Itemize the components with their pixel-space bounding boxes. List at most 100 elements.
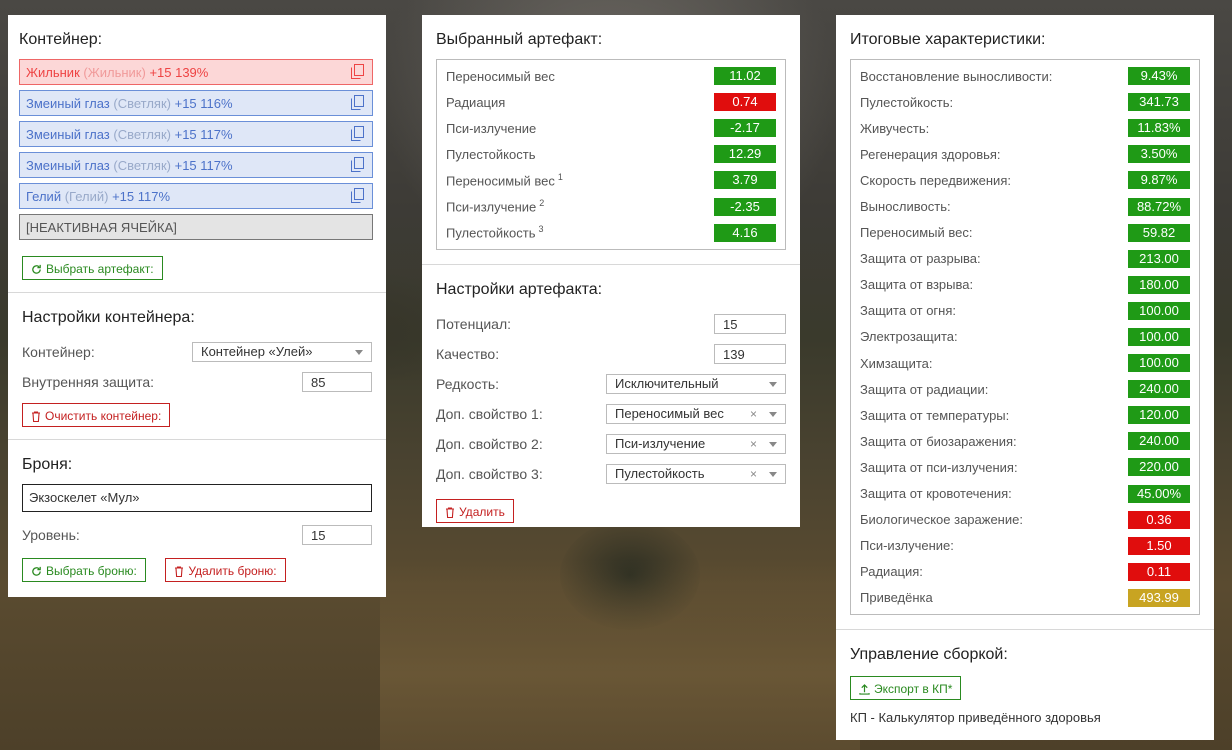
stat-label: Биологическое заражение:	[860, 512, 1023, 528]
delete-artifact-button[interactable]: Удалить	[436, 498, 514, 523]
stat-label: Электрозащита:	[860, 329, 958, 345]
prop3-select[interactable]: Пулестойкость ×	[606, 463, 786, 484]
stat-row: Пси-излучение 2 -2.35	[446, 193, 776, 219]
stat-footnote: 3	[538, 224, 544, 235]
build-note: КП - Калькулятор приведённого здоровья	[850, 709, 1101, 725]
upload-icon	[859, 684, 870, 695]
copy-icon[interactable]	[351, 157, 364, 172]
stat-value: 9.87%	[1128, 171, 1190, 190]
clear-icon[interactable]: ×	[750, 435, 757, 453]
stat-value: 59.82	[1128, 223, 1190, 242]
right-panel: Итоговые характеристики: Восстановление …	[836, 15, 1214, 740]
delete-armor-button[interactable]: Удалить броню:	[165, 558, 286, 582]
container-type-label: Контейнер:	[22, 344, 95, 360]
container-slot[interactable]: Змеиный глаз (Светляк) +15 117%	[19, 121, 373, 147]
stat-label: Пси-излучение	[446, 120, 537, 136]
prop2-label: Доп. свойство 2:	[436, 435, 543, 452]
stat-row: Электрозащита: 100.00	[860, 324, 1190, 350]
prop3-row: Доп. свойство 3: Пулестойкость ×	[436, 459, 786, 489]
stat-row: Пси-излучение: 1.50	[860, 533, 1190, 559]
container-section: Контейнер: Жильник (Жильник) +15 139% Зме…	[8, 15, 386, 293]
stat-row: Пулестойкость 12.29	[446, 141, 776, 167]
stat-row: Защита от разрыва: 213.00	[860, 246, 1190, 272]
armor-field[interactable]: Экзоскелет «Мул»	[22, 484, 372, 512]
quality-input[interactable]: 139	[714, 343, 786, 364]
stat-row: Биологическое заражение: 0.36	[860, 507, 1190, 533]
left-panel: Контейнер: Жильник (Жильник) +15 139% Зме…	[8, 15, 386, 597]
stat-value: 11.02	[714, 67, 776, 86]
stat-value: 240.00	[1128, 380, 1190, 399]
stat-label: Пулестойкость:	[860, 94, 954, 110]
copy-icon[interactable]	[351, 188, 364, 203]
stat-label: Пси-излучение:	[860, 538, 954, 554]
stat-label: Приведёнка	[860, 590, 933, 606]
stat-value: 12.29	[714, 145, 776, 164]
select-armor-label: Выбрать броню:	[46, 564, 137, 578]
copy-icon[interactable]	[351, 95, 364, 110]
copy-icon[interactable]	[351, 126, 364, 141]
prop3-value: Пулестойкость	[615, 465, 705, 481]
stat-label: Защита от биозаражения:	[860, 433, 1017, 449]
totals-title: Итоговые характеристики:	[850, 31, 1046, 48]
stat-label: Пулестойкость	[446, 146, 536, 162]
stat-value: 341.73	[1128, 93, 1190, 112]
slot-extra: +15 117%	[174, 158, 233, 173]
rarity-row: Редкость: Исключительный	[436, 369, 786, 399]
rarity-value: Исключительный	[615, 375, 719, 391]
protection-label: Внутренняя защита:	[22, 374, 155, 390]
stat-value: 4.16	[714, 223, 776, 242]
export-button[interactable]: Экспорт в КП*	[850, 675, 962, 700]
chevron-down-icon	[769, 381, 777, 387]
armor-level-label: Уровень:	[22, 527, 80, 543]
stat-row: Защита от взрыва: 180.00	[860, 272, 1190, 298]
clear-container-button[interactable]: Очистить контейнер:	[22, 403, 171, 427]
artifact-stats-box: Переносимый вес 11.02 Радиация 0.74 Пси-излу…	[436, 59, 786, 250]
container-type-select[interactable]: Контейнер «Улей»	[192, 342, 372, 362]
select-artifact-button[interactable]: Выбрать артефакт:	[22, 256, 163, 280]
stat-value: 220.00	[1128, 458, 1190, 477]
stat-value: 88.72%	[1128, 197, 1190, 216]
container-slot[interactable]: Жильник (Жильник) +15 139%	[19, 59, 373, 85]
stat-label: Защита от взрыва:	[860, 277, 974, 293]
stat-row: Приведёнка 493.99	[860, 585, 1190, 611]
export-label: Экспорт в КП*	[874, 681, 953, 696]
selected-artifact-title: Выбранный артефакт:	[436, 31, 603, 48]
stat-row: Переносимый вес 11.02	[446, 63, 776, 89]
stat-label: Пси-излучение	[446, 199, 537, 215]
stat-row: Защита от радиации: 240.00	[860, 376, 1190, 402]
container-slot[interactable]: Змеиный глаз (Светляк) +15 116%	[19, 90, 373, 116]
chevron-down-icon	[355, 350, 363, 355]
slot-sub: (Светляк)	[113, 158, 171, 173]
container-slot[interactable]: Змеиный глаз (Светляк) +15 117%	[19, 152, 373, 178]
delete-armor-label: Удалить броню:	[188, 564, 277, 578]
slot-name: Змеиный глаз	[26, 96, 110, 111]
rarity-select[interactable]: Исключительный	[606, 373, 786, 394]
stat-value: 3.79	[714, 171, 776, 190]
rarity-label: Редкость:	[436, 375, 500, 392]
chevron-down-icon	[769, 411, 777, 417]
select-armor-button[interactable]: Выбрать броню:	[22, 558, 146, 582]
potential-input[interactable]: 15	[714, 313, 786, 334]
copy-icon[interactable]	[351, 64, 364, 79]
slot-sub: (Жильник)	[83, 65, 146, 80]
stat-label: Выносливость:	[860, 199, 951, 215]
container-slot[interactable]: Гелий (Гелий) +15 117%	[19, 183, 373, 209]
stat-value: 9.43%	[1128, 67, 1190, 86]
stat-value: 100.00	[1128, 301, 1190, 320]
slot-name: Гелий	[26, 189, 62, 204]
stat-row: Восстановление выносливости: 9.43%	[860, 63, 1190, 89]
clear-icon[interactable]: ×	[750, 465, 757, 483]
armor-level-input[interactable]: 15	[302, 525, 372, 545]
clear-icon[interactable]: ×	[750, 405, 757, 423]
stat-row: Переносимый вес: 59.82	[860, 220, 1190, 246]
stat-label: Живучесть:	[860, 120, 930, 136]
prop2-select[interactable]: Пси-излучение ×	[606, 433, 786, 454]
stat-value: 493.99	[1128, 588, 1190, 607]
stat-label: Радиация:	[860, 564, 923, 580]
potential-row: Потенциал: 15	[436, 309, 786, 339]
prop1-value: Переносимый вес	[615, 405, 724, 421]
protection-input[interactable]: 85	[302, 372, 372, 392]
stat-row: Радиация: 0.11	[860, 559, 1190, 585]
stat-value: 1.50	[1128, 536, 1190, 555]
prop1-select[interactable]: Переносимый вес ×	[606, 403, 786, 424]
